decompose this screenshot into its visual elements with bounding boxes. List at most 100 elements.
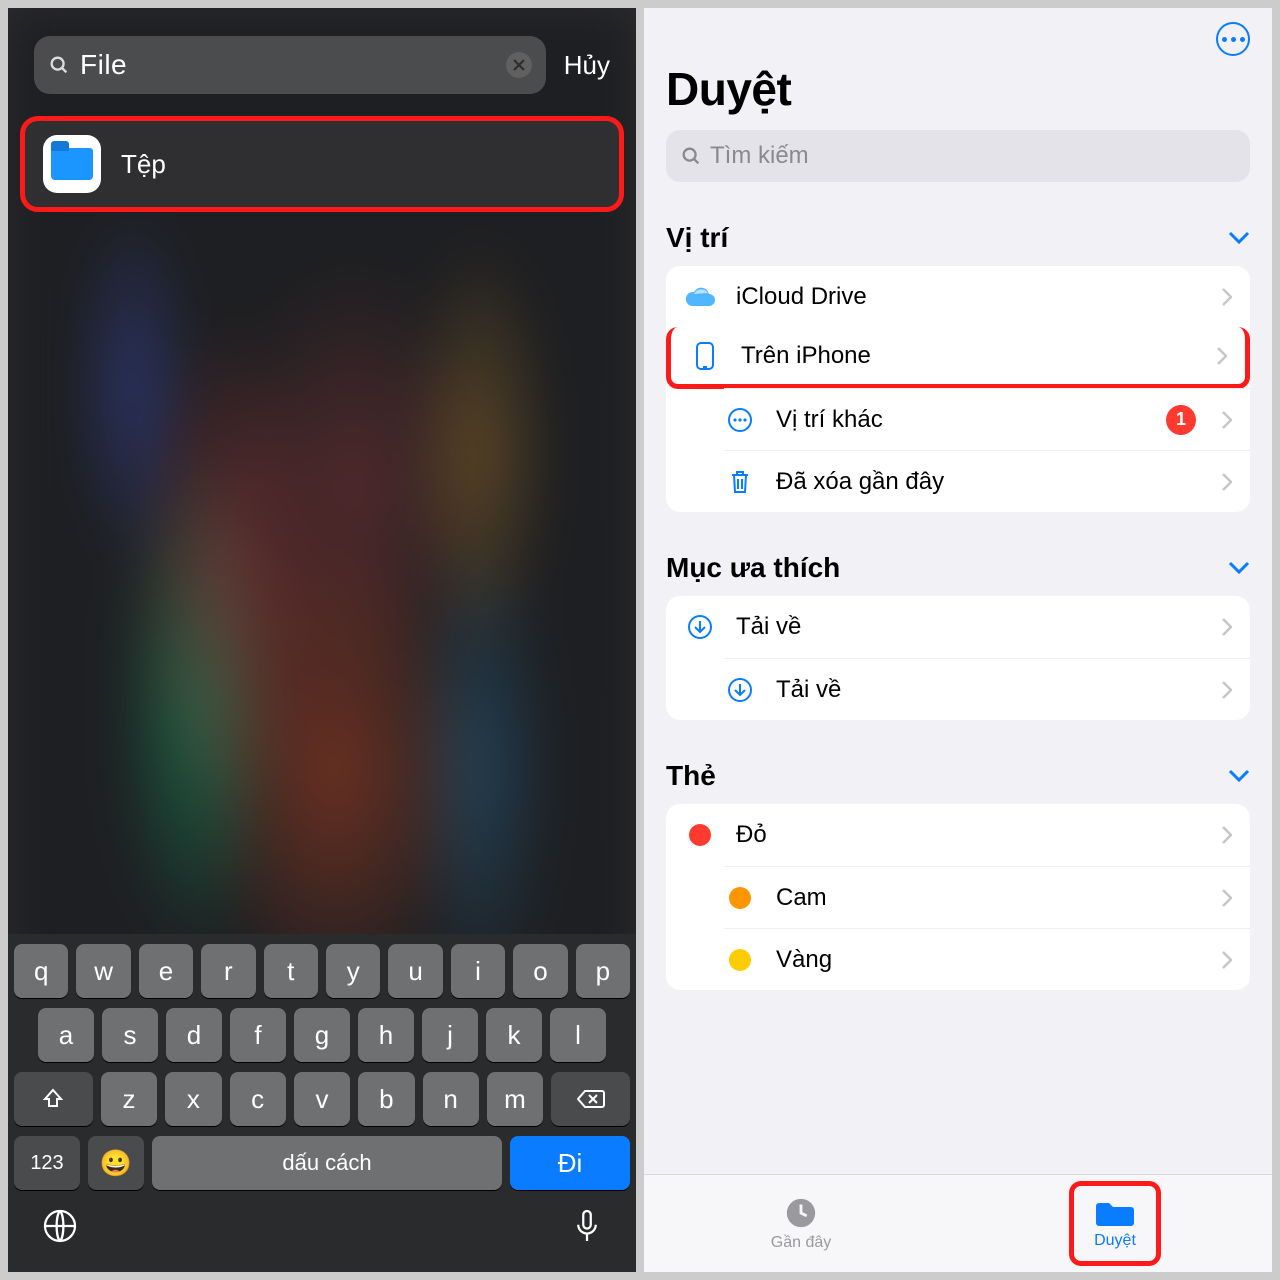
search-icon [48, 54, 70, 76]
spotlight-search-pane: Hủy Tệp q w e r t y u i o p a s d f g h … [8, 8, 636, 1272]
row-label: Vị trí khác [776, 406, 1146, 434]
key-numbers[interactable]: 123 [14, 1136, 80, 1190]
collapse-favorites-button[interactable] [1228, 561, 1250, 575]
chevron-right-icon [1217, 347, 1227, 365]
row-downloads-1[interactable]: Tải về [666, 596, 1250, 658]
key-f[interactable]: f [230, 1008, 286, 1062]
chevron-right-icon [1222, 826, 1232, 844]
cancel-button[interactable]: Hủy [564, 50, 610, 81]
key-x[interactable]: x [165, 1072, 221, 1126]
key-p[interactable]: p [576, 944, 630, 998]
chevron-right-icon [1222, 618, 1232, 636]
chevron-right-icon [1222, 889, 1232, 907]
page-title: Duyệt [666, 62, 1250, 116]
key-m[interactable]: m [487, 1072, 543, 1126]
key-q[interactable]: q [14, 944, 68, 998]
key-d[interactable]: d [166, 1008, 222, 1062]
key-y[interactable]: y [326, 944, 380, 998]
keyboard-row-bottom: 123 😀 dấu cách Đi [14, 1136, 630, 1190]
collapse-locations-button[interactable] [1228, 231, 1250, 245]
key-s[interactable]: s [102, 1008, 158, 1062]
search-result-label: Tệp [121, 149, 166, 180]
keyboard-row-3: z x c v b n m [14, 1072, 630, 1126]
key-a[interactable]: a [38, 1008, 94, 1062]
download-circle-icon [684, 613, 716, 641]
files-search-field[interactable]: Tìm kiếm [666, 130, 1250, 182]
section-title-favorites: Mục ưa thích [666, 552, 840, 584]
key-go[interactable]: Đi [510, 1136, 630, 1190]
search-field-container[interactable] [34, 36, 546, 94]
chevron-right-icon [1222, 473, 1232, 491]
row-tag-red[interactable]: Đỏ [666, 804, 1250, 866]
key-backspace[interactable] [551, 1072, 630, 1126]
tag-dot-orange [729, 887, 751, 909]
row-tag-yellow[interactable]: Vàng [724, 928, 1250, 990]
row-icloud-drive[interactable]: iCloud Drive [666, 266, 1250, 328]
chevron-right-icon [1222, 411, 1232, 429]
iphone-icon [689, 341, 721, 371]
cloud-icon [684, 286, 716, 308]
key-l[interactable]: l [550, 1008, 606, 1062]
key-v[interactable]: v [294, 1072, 350, 1126]
key-z[interactable]: z [101, 1072, 157, 1126]
tab-bar: Gần đây Duyệt [644, 1174, 1272, 1272]
key-b[interactable]: b [358, 1072, 414, 1126]
row-label: Vàng [776, 946, 1202, 974]
key-k[interactable]: k [486, 1008, 542, 1062]
key-r[interactable]: r [201, 944, 255, 998]
section-title-tags: Thẻ [666, 760, 716, 792]
row-label: Trên iPhone [741, 342, 1197, 370]
tag-dot-yellow [729, 949, 751, 971]
search-result-files-app[interactable]: Tệp [20, 116, 624, 212]
section-title-locations: Vị trí [666, 222, 728, 254]
tags-list: Đỏ Cam Vàng [666, 804, 1250, 990]
key-c[interactable]: c [230, 1072, 286, 1126]
row-other-locations[interactable]: Vị trí khác 1 [724, 388, 1250, 450]
key-emoji[interactable]: 😀 [88, 1136, 144, 1190]
tab-label: Gần đây [771, 1234, 831, 1252]
row-label: Tải về [736, 613, 1202, 641]
key-h[interactable]: h [358, 1008, 414, 1062]
key-o[interactable]: o [513, 944, 567, 998]
key-u[interactable]: u [388, 944, 442, 998]
onscreen-keyboard: q w e r t y u i o p a s d f g h j k l z [8, 934, 636, 1272]
collapse-tags-button[interactable] [1228, 769, 1250, 783]
key-t[interactable]: t [264, 944, 318, 998]
files-browse-pane: Duyệt Tìm kiếm Vị trí iCloud Drive [644, 8, 1272, 1272]
key-i[interactable]: i [451, 944, 505, 998]
row-on-iphone[interactable]: Trên iPhone [666, 327, 1250, 389]
row-downloads-2[interactable]: Tải về [724, 658, 1250, 720]
locations-list: iCloud Drive Trên iPhone Vị trí khác 1 [666, 266, 1250, 512]
globe-icon[interactable] [42, 1208, 78, 1244]
row-recently-deleted[interactable]: Đã xóa gần đây [724, 450, 1250, 512]
favorites-list: Tải về Tải về [666, 596, 1250, 720]
search-placeholder: Tìm kiếm [710, 142, 809, 170]
mic-icon[interactable] [572, 1208, 602, 1244]
chevron-right-icon [1222, 951, 1232, 969]
download-circle-icon [724, 676, 756, 704]
key-g[interactable]: g [294, 1008, 350, 1062]
key-shift[interactable] [14, 1072, 93, 1126]
row-label: Tải về [776, 676, 1202, 704]
key-e[interactable]: e [139, 944, 193, 998]
notification-badge: 1 [1166, 405, 1196, 435]
search-input[interactable] [80, 49, 496, 81]
search-icon [680, 145, 702, 167]
key-n[interactable]: n [423, 1072, 479, 1126]
tab-browse[interactable]: Duyệt [958, 1175, 1272, 1272]
more-options-button[interactable] [1216, 22, 1250, 56]
clear-search-button[interactable] [506, 52, 532, 78]
folder-icon [51, 148, 93, 180]
trash-icon [724, 468, 756, 496]
row-label: iCloud Drive [736, 283, 1202, 311]
tag-dot-red [689, 824, 711, 846]
row-label: Đỏ [736, 821, 1202, 849]
highlight-box [1069, 1181, 1161, 1266]
chevron-right-icon [1222, 288, 1232, 306]
key-w[interactable]: w [76, 944, 130, 998]
tab-recents[interactable]: Gần đây [644, 1175, 958, 1272]
key-space[interactable]: dấu cách [152, 1136, 502, 1190]
row-tag-orange[interactable]: Cam [724, 866, 1250, 928]
files-app-icon [43, 135, 101, 193]
key-j[interactable]: j [422, 1008, 478, 1062]
